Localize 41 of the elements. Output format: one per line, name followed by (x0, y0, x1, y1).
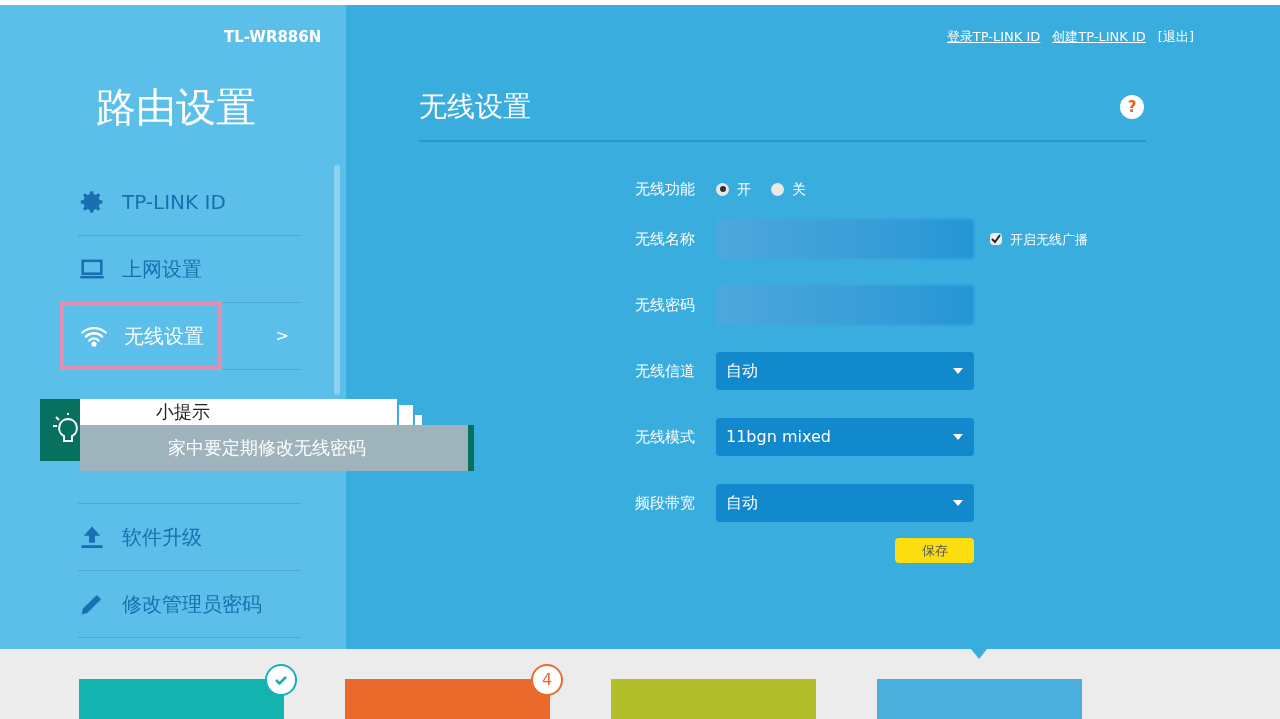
sidebar-item[interactable]: 软件升级 (78, 521, 202, 552)
checkbox-label: 开启无线广播 (1010, 230, 1088, 249)
chevron-icon: > (275, 323, 289, 348)
tip-decoration (399, 404, 413, 425)
caret-icon (952, 499, 964, 508)
sidebar-title: 路由设置 (96, 83, 256, 130)
field-label: 无线功能 (635, 179, 696, 201)
radio-button[interactable] (716, 182, 729, 196)
help-icon[interactable]: ? (1120, 95, 1144, 120)
tip-decoration (415, 414, 422, 425)
panel-title: 无线设置 (419, 89, 531, 126)
caret-icon (952, 367, 964, 376)
radio-button[interactable] (771, 182, 784, 196)
sidebar-item[interactable]: TP-LINK ID (78, 186, 226, 217)
radio-label: 关 (792, 179, 806, 199)
input-field[interactable] (716, 219, 974, 260)
dropdown[interactable]: 自动 (716, 352, 974, 391)
save-button[interactable]: 保存 (895, 538, 974, 564)
check-icon (265, 664, 297, 696)
dropdown[interactable]: 11bgn mixed (716, 418, 974, 457)
caret-icon (952, 433, 964, 442)
checkbox[interactable] (990, 233, 1002, 246)
model-name: TL-WR886N (224, 27, 322, 46)
sidebar-item[interactable]: 无线设置 (60, 301, 222, 370)
field-label: 无线密码 (635, 295, 696, 317)
field-label: 无线名称 (635, 229, 696, 251)
field-label: 无线信道 (635, 361, 696, 383)
field-label: 无线模式 (635, 427, 696, 449)
sidebar-item[interactable]: 修改管理员密码 (78, 588, 262, 619)
input-field[interactable] (716, 285, 974, 326)
feature-card[interactable] (79, 679, 284, 719)
field-label: 频段带宽 (635, 493, 696, 515)
tip-title: 小提示 (80, 398, 397, 425)
dropdown[interactable]: 自动 (716, 484, 974, 523)
tip-text: 家中要定期修改无线密码 (80, 424, 468, 471)
sidebar-item[interactable]: 上网设置 (78, 253, 202, 284)
header-link[interactable]: 创建TP-LINK ID (1052, 26, 1146, 47)
header-link[interactable]: 登录TP-LINK ID (946, 26, 1041, 47)
radio-label: 开 (737, 179, 751, 199)
count-badge: 4 (531, 664, 563, 696)
logout-link[interactable]: [退出] (1157, 26, 1194, 47)
